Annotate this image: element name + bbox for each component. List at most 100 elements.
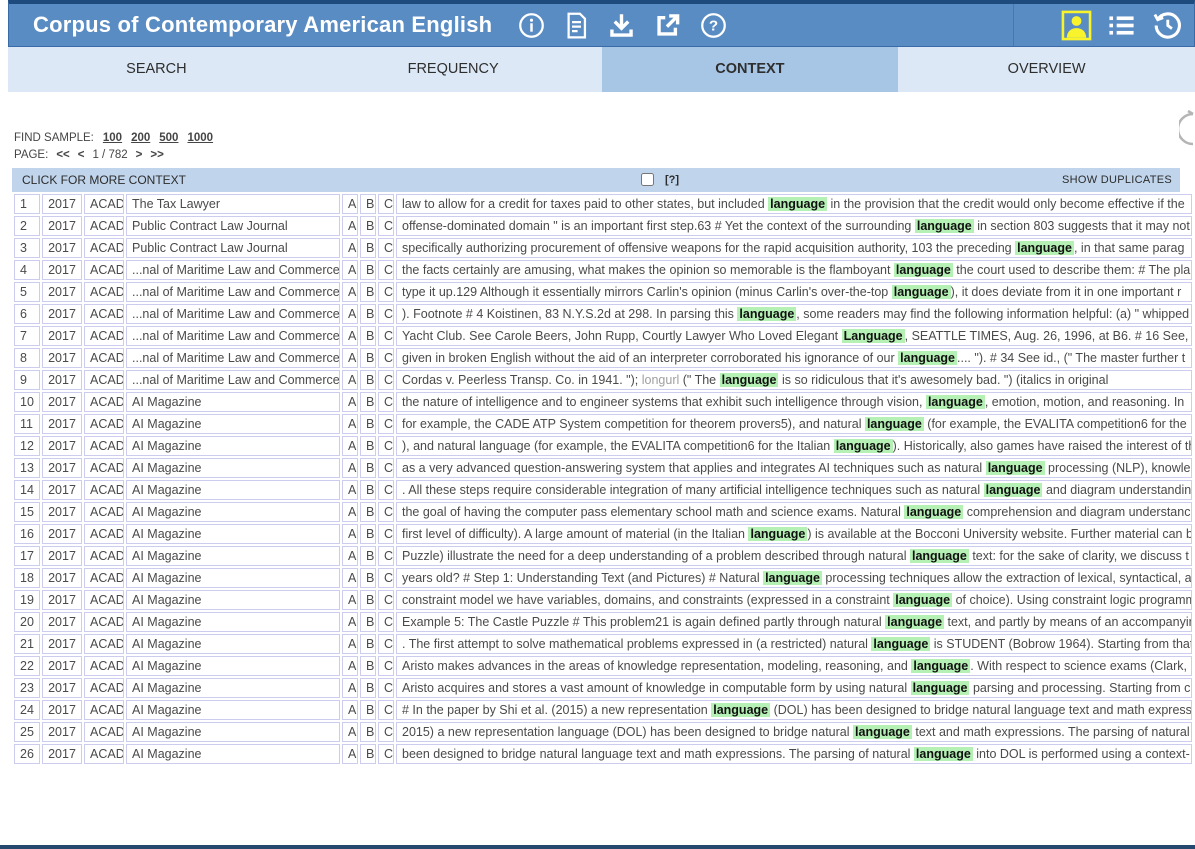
- kwic-context[interactable]: been designed to bridge natural language…: [396, 744, 1192, 764]
- expand-b-link[interactable]: B: [360, 524, 376, 544]
- expand-b-link[interactable]: B: [360, 590, 376, 610]
- kwic-keyword[interactable]: language: [915, 219, 974, 233]
- kwic-keyword[interactable]: language: [1015, 241, 1074, 255]
- row-source-link[interactable]: AI Magazine: [126, 744, 340, 764]
- expand-a-link[interactable]: A: [342, 590, 358, 610]
- scrollbar[interactable]: [1179, 104, 1195, 150]
- kwic-keyword[interactable]: language: [894, 263, 953, 277]
- row-genre-link[interactable]: ACAD: [84, 304, 124, 324]
- row-genre-link[interactable]: ACAD: [84, 392, 124, 412]
- expand-a-link[interactable]: A: [342, 414, 358, 434]
- row-genre-link[interactable]: ACAD: [84, 458, 124, 478]
- expand-c-link[interactable]: C: [378, 194, 394, 214]
- expand-a-link[interactable]: A: [342, 458, 358, 478]
- kwic-context[interactable]: ), and natural language (for example, th…: [396, 436, 1192, 456]
- kwic-context[interactable]: offense-dominated domain " is an importa…: [396, 216, 1192, 236]
- kwic-keyword[interactable]: language: [763, 571, 822, 585]
- expand-a-link[interactable]: A: [342, 238, 358, 258]
- expand-a-link[interactable]: A: [342, 392, 358, 412]
- row-source-link[interactable]: AI Magazine: [126, 436, 340, 456]
- row-source-link[interactable]: AI Magazine: [126, 678, 340, 698]
- kwic-context[interactable]: # In the paper by Shi et al. (2015) a ne…: [396, 700, 1192, 720]
- row-source-link[interactable]: The Tax Lawyer: [126, 194, 340, 214]
- row-genre-link[interactable]: ACAD: [84, 194, 124, 214]
- kwic-context[interactable]: years old? # Step 1: Understanding Text …: [396, 568, 1192, 588]
- expand-c-link[interactable]: C: [378, 722, 394, 742]
- row-source-link[interactable]: AI Magazine: [126, 480, 340, 500]
- kwic-keyword[interactable]: language: [885, 615, 944, 629]
- row-genre-link[interactable]: ACAD: [84, 216, 124, 236]
- row-source-link[interactable]: AI Magazine: [126, 502, 340, 522]
- kwic-keyword[interactable]: language: [737, 307, 796, 321]
- expand-a-link[interactable]: A: [342, 216, 358, 236]
- kwic-keyword[interactable]: language: [984, 483, 1043, 497]
- expand-a-link[interactable]: A: [342, 612, 358, 632]
- kwic-context[interactable]: Aristo makes advances in the areas of kn…: [396, 656, 1192, 676]
- kwic-keyword[interactable]: language: [893, 593, 952, 607]
- row-source-link[interactable]: AI Magazine: [126, 524, 340, 544]
- row-genre-link[interactable]: ACAD: [84, 546, 124, 566]
- row-source-link[interactable]: ...nal of Maritime Law and Commerce: [126, 304, 340, 324]
- kwic-keyword[interactable]: language: [904, 505, 963, 519]
- kwic-context[interactable]: given in broken English without the aid …: [396, 348, 1192, 368]
- row-source-link[interactable]: AI Magazine: [126, 546, 340, 566]
- expand-c-link[interactable]: C: [378, 744, 394, 764]
- expand-b-link[interactable]: B: [360, 458, 376, 478]
- row-source-link[interactable]: AI Magazine: [126, 656, 340, 676]
- expand-a-link[interactable]: A: [342, 546, 358, 566]
- kwic-keyword[interactable]: language: [914, 747, 973, 761]
- kwic-keyword[interactable]: language: [911, 659, 970, 673]
- expand-a-link[interactable]: A: [342, 326, 358, 346]
- row-genre-link[interactable]: ACAD: [84, 568, 124, 588]
- expand-c-link[interactable]: C: [378, 634, 394, 654]
- next-page-button[interactable]: >: [136, 149, 143, 161]
- expand-c-link[interactable]: C: [378, 656, 394, 676]
- expand-c-link[interactable]: C: [378, 216, 394, 236]
- user-icon[interactable]: [1061, 10, 1092, 41]
- expand-b-link[interactable]: B: [360, 744, 376, 764]
- expand-b-link[interactable]: B: [360, 546, 376, 566]
- tab-overview[interactable]: OVERVIEW: [898, 47, 1195, 92]
- row-genre-link[interactable]: ACAD: [84, 612, 124, 632]
- kwic-context[interactable]: 2015) a new representation language (DOL…: [396, 722, 1192, 742]
- kwic-context[interactable]: Example 5: The Castle Puzzle # This prob…: [396, 612, 1192, 632]
- row-source-link[interactable]: ...nal of Maritime Law and Commerce: [126, 326, 340, 346]
- row-genre-link[interactable]: ACAD: [84, 524, 124, 544]
- kwic-context[interactable]: the nature of intelligence and to engine…: [396, 392, 1192, 412]
- kwic-keyword[interactable]: language: [926, 395, 985, 409]
- row-genre-link[interactable]: ACAD: [84, 722, 124, 742]
- kwic-keyword[interactable]: language: [910, 549, 969, 563]
- row-genre-link[interactable]: ACAD: [84, 260, 124, 280]
- kwic-context[interactable]: for example, the CADE ATP System competi…: [396, 414, 1192, 434]
- expand-b-link[interactable]: B: [360, 348, 376, 368]
- kwic-context[interactable]: as a very advanced question-answering sy…: [396, 458, 1192, 478]
- row-source-link[interactable]: AI Magazine: [126, 568, 340, 588]
- expand-a-link[interactable]: A: [342, 524, 358, 544]
- expand-c-link[interactable]: C: [378, 348, 394, 368]
- show-duplicates-button[interactable]: SHOW DUPLICATES: [1062, 168, 1172, 192]
- row-genre-link[interactable]: ACAD: [84, 436, 124, 456]
- row-source-link[interactable]: Public Contract Law Journal: [126, 216, 340, 236]
- expand-b-link[interactable]: B: [360, 326, 376, 346]
- sample-100-link[interactable]: 100: [103, 132, 122, 144]
- row-genre-link[interactable]: ACAD: [84, 282, 124, 302]
- expand-b-link[interactable]: B: [360, 216, 376, 236]
- kwic-context[interactable]: . All these steps require considerable i…: [396, 480, 1192, 500]
- kwic-keyword[interactable]: language: [834, 439, 893, 453]
- download-icon[interactable]: [608, 12, 635, 39]
- expand-a-link[interactable]: A: [342, 260, 358, 280]
- expand-b-link[interactable]: B: [360, 568, 376, 588]
- expand-c-link[interactable]: C: [378, 414, 394, 434]
- tab-context[interactable]: CONTEXT: [602, 47, 899, 92]
- kwic-context[interactable]: . The first attempt to solve mathematica…: [396, 634, 1192, 654]
- kwic-context[interactable]: the facts certainly are amusing, what ma…: [396, 260, 1192, 280]
- duplicates-checkbox[interactable]: [641, 173, 654, 186]
- kwic-context[interactable]: the goal of having the computer pass ele…: [396, 502, 1192, 522]
- sample-200-link[interactable]: 200: [131, 132, 150, 144]
- info-icon[interactable]: [518, 12, 545, 39]
- kwic-keyword[interactable]: language: [853, 725, 912, 739]
- expand-b-link[interactable]: B: [360, 656, 376, 676]
- history-icon[interactable]: [1151, 10, 1182, 41]
- expand-a-link[interactable]: A: [342, 678, 358, 698]
- kwic-context[interactable]: first level of difficulty). A large amou…: [396, 524, 1192, 544]
